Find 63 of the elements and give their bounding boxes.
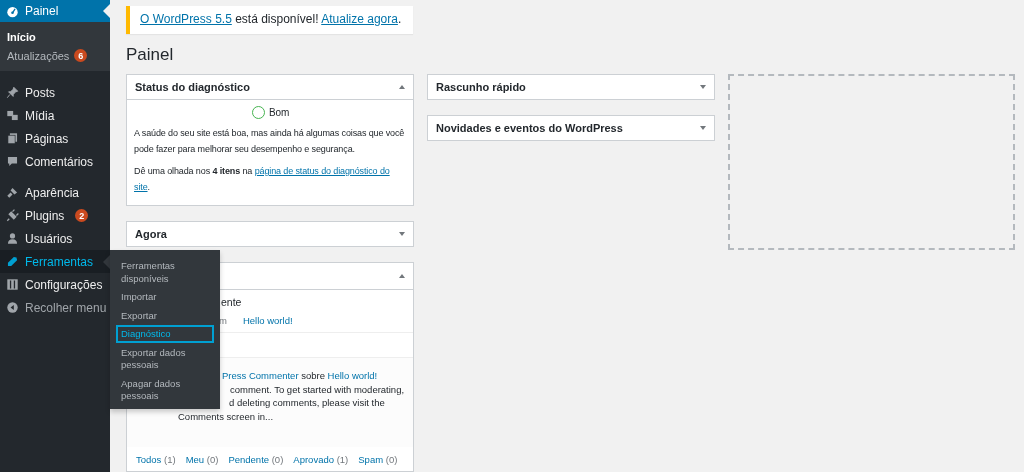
page-title: Painel [126,45,175,65]
sidebar-item[interactable]: Usuários [0,227,110,250]
submenu-item[interactable]: Ferramentas disponíveis [116,257,214,287]
comment-text: d deleting comments, please visit the [229,396,385,410]
comment-text: comment. To get started with moderating, [230,382,405,396]
submenu-item[interactable]: Diagnóstico [116,325,214,343]
widget-title: Agora [135,228,167,240]
section-heading: ente [221,296,242,308]
filter-link[interactable]: Todos (1) [136,453,176,465]
toggle-icon[interactable] [399,274,405,278]
submenu-item[interactable]: Início [0,27,110,46]
filter-link[interactable]: Aprovado (1) [293,453,349,465]
sidebar-item[interactable]: Painel [0,0,110,22]
status-text: A saúde do seu site está boa, mas ainda há algumas coisas que você pode fazer para melhorar seu desempenho e segurança. [134,127,406,156]
pages-icon [6,132,19,145]
plug-icon [6,209,19,222]
sidebar-item[interactable]: Páginas [0,127,110,150]
media-icon [6,109,19,122]
sidebar-item[interactable]: Aparência [0,181,110,204]
pin-icon [6,86,19,99]
widget-title: Rascunho rápido [436,81,526,93]
gauge-icon [6,4,19,18]
version-link[interactable]: O WordPress 5.5 [140,12,232,26]
speech-bubble-icon [6,155,19,168]
post-date: m [219,315,227,326]
submenu-item[interactable]: Exportar dados pessoais [116,343,214,374]
filter-link[interactable]: Spam (0) [358,453,398,465]
widget-title: Novidades e eventos do WordPress [436,122,623,134]
collapse-icon [6,301,19,314]
toggle-icon[interactable] [399,232,405,236]
update-link[interactable]: Atualize agora [321,12,398,26]
post-link[interactable]: Hello world! [242,315,293,326]
update-count: 2 [75,209,89,222]
sidebar-item[interactable]: Ferramentas [0,250,110,273]
sidebar-item[interactable]: Plugins 2 [0,204,110,227]
update-notice: O WordPress 5.5 está disponível! Atualize agora. [126,6,414,34]
sidebar-item[interactable]: Configurações [0,273,110,296]
filter-link[interactable]: Pendente (0) [228,453,284,465]
author-link[interactable]: Press Commenter [222,370,299,381]
update-count: 6 [74,49,88,62]
status-hint: Dê uma olhada nos 4 itens na página de status do diagnóstico do site. [134,165,391,194]
status-label: Bom [268,107,290,118]
filter-link[interactable]: Meu (0) [185,453,219,465]
submenu-item[interactable]: Exportar [116,306,214,324]
sidebar-item[interactable]: Posts [0,81,110,104]
status-page-link[interactable]: página de status do diagnóstico do [254,166,390,176]
comment-meta: Press Commenter sobre Hello world! [222,369,378,383]
brush-icon [6,186,19,199]
sidebar-item[interactable]: Recolher menu [0,296,110,319]
toggle-icon[interactable] [700,126,706,130]
submenu-item[interactable]: Importar [116,288,214,306]
sidebar-item[interactable]: Comentários [0,150,110,173]
comment-text: Comments screen in... [178,409,274,423]
sliders-icon [6,278,19,291]
toggle-icon[interactable] [700,85,706,89]
widget-title: Status do diagnóstico [135,81,250,93]
toggle-icon[interactable] [399,85,405,89]
status-page-link[interactable]: site [134,182,148,192]
submenu-item[interactable]: Atualizações 6 [0,46,110,65]
user-icon [6,232,19,245]
sidebar-item[interactable]: Mídia [0,104,110,127]
submenu-item[interactable]: Apagar dados pessoais [116,374,214,405]
post-link[interactable]: Hello world! [327,370,378,381]
